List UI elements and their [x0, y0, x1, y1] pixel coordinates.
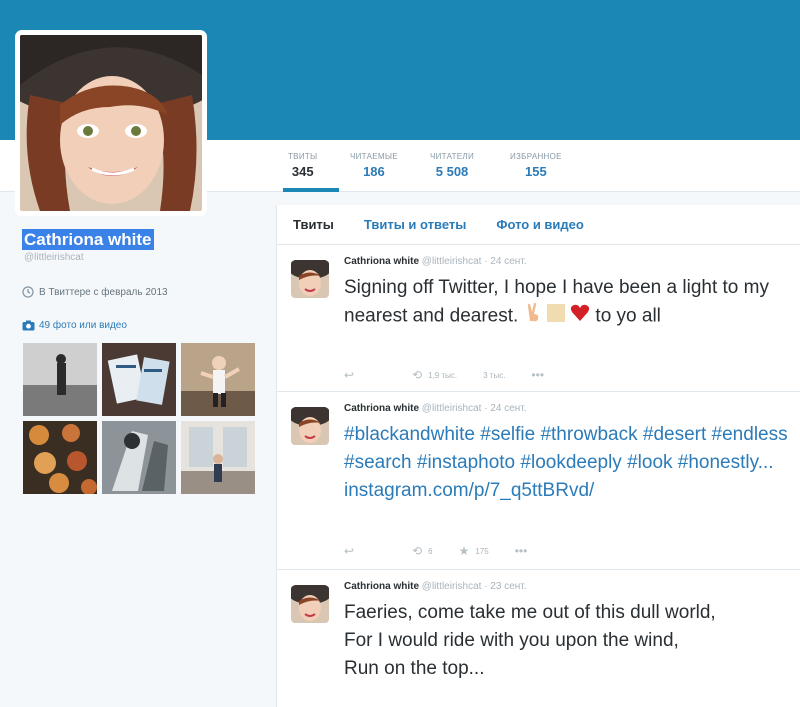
- stat-favorites[interactable]: ИЗБРАННОЕ 155: [510, 152, 562, 179]
- tweet-date[interactable]: 24 сент.: [490, 256, 526, 267]
- star-icon: ★: [458, 544, 470, 558]
- tab-photos-videos[interactable]: Фото и видео: [496, 217, 583, 232]
- tweet-date[interactable]: 24 сент.: [490, 403, 526, 414]
- tweet-text: #blackandwhite #selfie #throwback #deser…: [344, 421, 792, 505]
- reply-icon: ↩: [344, 544, 355, 558]
- tweet-actions: ↩ ⟲ 1,9 тыс. 3 тыс. •••: [344, 368, 570, 382]
- tweet-avatar[interactable]: [291, 260, 329, 298]
- tweet-author-name[interactable]: Cathriona white: [344, 581, 419, 592]
- tweet-header: Cathriona white @littleirishcat · 23 сен…: [344, 581, 527, 592]
- tweet-author-handle[interactable]: @littleirishcat: [422, 256, 482, 267]
- joined-date: В Твиттере с февраль 2013: [22, 286, 168, 298]
- stat-followers-label: ЧИТАТЕЛИ: [430, 152, 475, 161]
- tweet-author-handle[interactable]: @littleirishcat: [422, 581, 482, 592]
- stat-favorites-value: 155: [525, 164, 547, 179]
- photos-videos-link[interactable]: 49 фото или видео: [22, 320, 127, 331]
- tweet-author-handle[interactable]: @littleirishcat: [422, 403, 482, 414]
- tab-tweets[interactable]: Твиты: [293, 217, 334, 232]
- photo-thumb[interactable]: [102, 343, 176, 416]
- stat-favorites-label: ИЗБРАННОЕ: [510, 152, 562, 161]
- more-icon: •••: [514, 544, 528, 558]
- reply-button[interactable]: ↩: [344, 368, 354, 382]
- tweet-header: Cathriona white @littleirishcat · 24 сен…: [344, 256, 527, 267]
- retweet-count: 6: [428, 546, 433, 556]
- favorite-button[interactable]: 3 тыс.: [483, 371, 505, 380]
- stat-following-label: ЧИТАЕМЫЕ: [350, 152, 398, 161]
- stat-tweets[interactable]: ТВИТЫ 345: [288, 152, 317, 179]
- retweet-button[interactable]: ⟲ 1,9 тыс.: [412, 368, 457, 382]
- tweet-item[interactable]: Cathriona white @littleirishcat · 24 сен…: [277, 246, 800, 392]
- tweet-text: Signing off Twitter, I hope I have been …: [344, 274, 792, 331]
- active-stat-indicator: [283, 188, 339, 192]
- tweet-actions: ↩ ⟲ 6 ★ 175 •••: [344, 544, 553, 558]
- photo-thumb[interactable]: [102, 421, 176, 494]
- tweet-header: Cathriona white @littleirishcat · 24 сен…: [344, 403, 527, 414]
- tweet-item[interactable]: Cathriona white @littleirishcat · 23 сен…: [277, 571, 800, 707]
- more-icon: •••: [531, 368, 545, 382]
- photo-thumb[interactable]: [23, 343, 97, 416]
- favorite-button[interactable]: ★ 175: [459, 544, 489, 558]
- tweet-avatar[interactable]: [291, 585, 329, 623]
- profile-name[interactable]: Cathriona white: [22, 229, 154, 250]
- tweet-link[interactable]: instagram.com/p/7_q5ttBRvd/: [344, 480, 594, 501]
- photo-thumb[interactable]: [181, 343, 255, 416]
- photos-link-text[interactable]: 49 фото или видео: [39, 320, 127, 331]
- stat-tweets-value: 345: [291, 164, 314, 179]
- camera-icon: [22, 320, 35, 331]
- stat-followers-value: 5 508: [435, 164, 469, 179]
- tweet-date[interactable]: 23 сент.: [490, 581, 526, 592]
- stat-following-value: 186: [363, 164, 385, 179]
- stat-tweets-label: ТВИТЫ: [288, 152, 318, 161]
- favorite-count: 175: [475, 546, 489, 556]
- more-button[interactable]: •••: [515, 544, 528, 558]
- clock-icon: [22, 286, 34, 298]
- tweet-stream: Твиты Твиты и ответы Фото и видео Cathri…: [276, 205, 800, 707]
- photo-thumb[interactable]: [181, 421, 255, 494]
- tweet-avatar[interactable]: [291, 407, 329, 445]
- retweet-icon: ⟲: [412, 544, 423, 558]
- tweet-item[interactable]: Cathriona white @littleirishcat · 24 сен…: [277, 393, 800, 570]
- tweet-line: Run on the top...: [344, 658, 485, 679]
- tweet-line: Faeries, come take me out of this dull w…: [344, 602, 716, 623]
- tweet-author-name[interactable]: Cathriona white: [344, 403, 419, 414]
- reply-icon: ↩: [344, 368, 355, 382]
- profile-avatar[interactable]: [15, 30, 207, 216]
- heart-emoji: [570, 303, 590, 331]
- tab-tweets-replies[interactable]: Твиты и ответы: [364, 217, 466, 232]
- profile-photo: [20, 35, 202, 211]
- tweet-text: Faeries, come take me out of this dull w…: [344, 599, 792, 683]
- timeline-tabs: Твиты Твиты и ответы Фото и видео: [277, 205, 800, 245]
- tweet-author-name[interactable]: Cathriona white: [344, 256, 419, 267]
- more-button[interactable]: •••: [531, 368, 544, 382]
- tweet-text-end: to yo all: [595, 305, 661, 327]
- reply-button[interactable]: ↩: [344, 544, 354, 558]
- skin-swatch-emoji: [546, 303, 565, 331]
- retweet-count: 1,9 тыс.: [428, 370, 458, 380]
- tweet-hashtags[interactable]: #blackandwhite #selfie #throwback #deser…: [344, 424, 788, 473]
- stat-following[interactable]: ЧИТАЕМЫЕ 186: [350, 152, 398, 179]
- retweet-button[interactable]: ⟲ 6: [412, 544, 433, 558]
- stat-followers[interactable]: ЧИТАТЕЛИ 5 508: [430, 152, 474, 179]
- joined-text: В Твиттере с февраль 2013: [39, 286, 168, 298]
- tweet-line: For I would ride with you upon the wind,: [344, 630, 679, 651]
- profile-handle[interactable]: @littleirishcat: [24, 252, 84, 263]
- victory-hand-emoji: [524, 302, 542, 331]
- favorite-count: 3 тыс.: [483, 370, 506, 380]
- retweet-icon: ⟲: [412, 368, 423, 382]
- photo-grid: [23, 343, 255, 494]
- photo-thumb[interactable]: [23, 421, 97, 494]
